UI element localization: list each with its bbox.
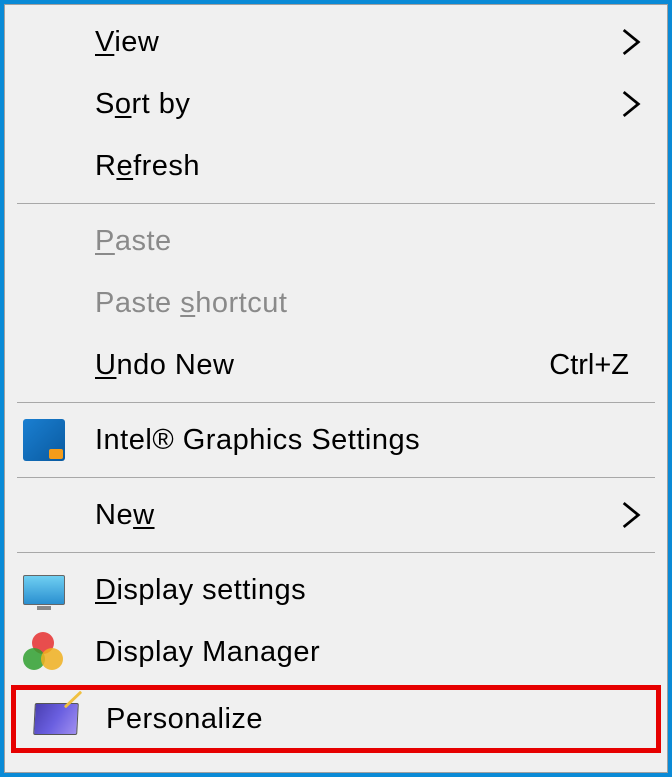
menu-label: Paste: [95, 225, 649, 258]
menu-item-paste: Paste: [5, 210, 667, 272]
menu-label: Display settings: [95, 574, 649, 607]
menu-label: Intel® Graphics Settings: [95, 424, 649, 457]
menu-separator: [17, 203, 655, 204]
menu-separator: [17, 477, 655, 478]
highlight-annotation: Personalize: [11, 685, 661, 753]
menu-item-new[interactable]: New: [5, 484, 667, 546]
menu-label: Refresh: [95, 150, 649, 183]
chevron-right-icon: [613, 89, 649, 119]
menu-item-intel-graphics[interactable]: Intel® Graphics Settings: [5, 409, 667, 471]
intel-graphics-icon: [23, 419, 95, 461]
menu-item-undo-new[interactable]: Undo New Ctrl+Z: [5, 334, 667, 396]
menu-label: Display Manager: [95, 636, 649, 669]
menu-item-refresh[interactable]: Refresh: [5, 135, 667, 197]
menu-label: Personalize: [106, 703, 638, 736]
menu-label: Undo New: [95, 349, 549, 382]
menu-item-personalize[interactable]: Personalize: [16, 690, 656, 748]
menu-item-view[interactable]: View: [5, 11, 667, 73]
menu-separator: [17, 552, 655, 553]
menu-item-display-manager[interactable]: Display Manager: [5, 621, 667, 683]
chevron-right-icon: [613, 27, 649, 57]
menu-label: Sort by: [95, 88, 613, 121]
keyboard-shortcut: Ctrl+Z: [549, 349, 649, 382]
menu-label: Paste shortcut: [95, 287, 649, 320]
menu-item-display-settings[interactable]: Display settings: [5, 559, 667, 621]
desktop-context-menu: View Sort by Refresh Paste Paste shortcu…: [4, 4, 668, 773]
menu-label: New: [95, 499, 613, 532]
menu-label: View: [95, 26, 613, 59]
personalize-icon: [34, 703, 106, 735]
menu-item-sort-by[interactable]: Sort by: [5, 73, 667, 135]
menu-item-paste-shortcut: Paste shortcut: [5, 272, 667, 334]
color-wheel-icon: [23, 632, 95, 672]
menu-separator: [17, 402, 655, 403]
chevron-right-icon: [613, 500, 649, 530]
monitor-icon: [23, 575, 95, 605]
